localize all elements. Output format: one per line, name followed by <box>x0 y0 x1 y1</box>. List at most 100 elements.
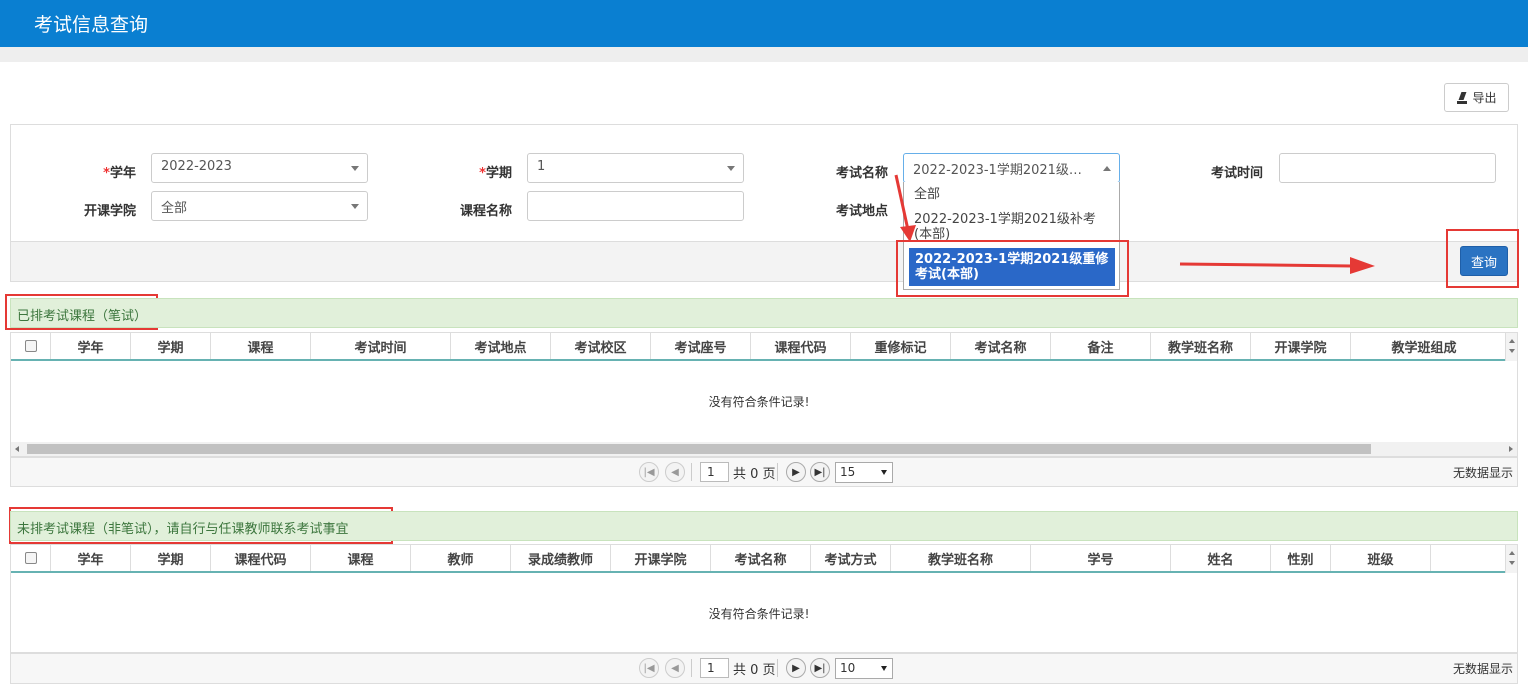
exam-name-select-value: 2022-2023-1学期2021级… <box>913 163 1082 178</box>
college-label: 开课学院 <box>83 204 136 219</box>
exam-name-option-retake[interactable]: 2022-2023-1学期2021级重修考试(本部) <box>909 248 1115 286</box>
pager-separator <box>691 659 692 677</box>
exam-name-dropdown: 全部 2022-2023-1学期2021级补考(本部) 2022-2023-1学… <box>903 182 1120 290</box>
term-select[interactable]: 1 <box>527 153 744 183</box>
first-page-icon[interactable]: |◀ <box>639 658 659 678</box>
course-name-input[interactable] <box>527 191 744 221</box>
no-data-text: 无数据显示 <box>1452 662 1513 676</box>
prev-page-icon[interactable]: ◀ <box>665 462 685 482</box>
query-button[interactable]: 查询 <box>1460 246 1508 276</box>
col-exam-name[interactable]: 考试名称 <box>711 545 811 571</box>
unscheduled-select-all[interactable] <box>11 545 51 571</box>
checkbox[interactable] <box>24 552 37 564</box>
chevron-down-icon <box>351 166 359 171</box>
chevron-down-icon <box>881 666 887 671</box>
scheduled-select-all[interactable] <box>11 333 51 359</box>
col-class-name[interactable]: 教学班名称 <box>891 545 1031 571</box>
page-number-input[interactable]: 1 <box>700 462 729 482</box>
page-size-select[interactable]: 15 <box>835 462 893 483</box>
exam-name-option-makeup[interactable]: 2022-2023-1学期2021级补考(本部) <box>904 212 1119 242</box>
col-course[interactable]: 课程 <box>211 333 311 359</box>
pager-separator <box>777 659 778 677</box>
col-college[interactable]: 开课学院 <box>611 545 711 571</box>
col-college[interactable]: 开课学院 <box>1251 333 1351 359</box>
page-total: 共 0 页 <box>733 663 776 678</box>
export-button[interactable]: 导出 <box>1444 83 1509 112</box>
col-course-code[interactable]: 课程代码 <box>211 545 311 571</box>
scheduled-title-text: 已排考试课程（笔试） <box>17 309 148 324</box>
col-course-code[interactable]: 课程代码 <box>751 333 851 359</box>
unscheduled-table-header: 学年 学期 课程代码 课程 教师 录成绩教师 开课学院 考试名称 考试方式 教学… <box>11 545 1507 573</box>
page-size-value: 15 <box>840 465 856 479</box>
first-page-icon[interactable]: |◀ <box>639 462 659 482</box>
unscheduled-title-text: 未排考试课程（非笔试），请自行与任课教师联系考试事宜 <box>17 522 349 537</box>
page-size-select[interactable]: 10 <box>835 658 893 679</box>
unscheduled-vscroll[interactable] <box>1505 545 1517 573</box>
export-icon <box>1456 92 1468 104</box>
col-term[interactable]: 学期 <box>131 545 211 571</box>
scroll-left-icon[interactable] <box>15 446 19 452</box>
chevron-up-icon <box>1103 166 1111 171</box>
pager-separator <box>777 463 778 481</box>
col-retake-flag[interactable]: 重修标记 <box>851 333 951 359</box>
col-student-id[interactable]: 学号 <box>1031 545 1171 571</box>
last-page-icon[interactable]: ▶| <box>810 658 830 678</box>
col-course[interactable]: 课程 <box>311 545 411 571</box>
col-exam-place[interactable]: 考试地点 <box>451 333 551 359</box>
pager-separator <box>691 463 692 481</box>
col-seat-number[interactable]: 考试座号 <box>651 333 751 359</box>
college-select[interactable]: 全部 <box>151 191 368 221</box>
col-name[interactable]: 姓名 <box>1171 545 1271 571</box>
scroll-right-icon[interactable] <box>1509 446 1513 452</box>
col-teacher[interactable]: 教师 <box>411 545 511 571</box>
col-year[interactable]: 学年 <box>51 333 131 359</box>
col-remarks[interactable]: 备注 <box>1051 333 1151 359</box>
scheduled-table: 学年 学期 课程 考试时间 考试地点 考试校区 考试座号 课程代码 重修标记 考… <box>10 332 1518 457</box>
unscheduled-empty-message: 没有符合条件记录! <box>708 607 810 621</box>
export-label: 导出 <box>1472 91 1497 105</box>
col-grade-teacher[interactable]: 录成绩教师 <box>511 545 611 571</box>
prev-page-icon[interactable]: ◀ <box>665 658 685 678</box>
college-select-value: 全部 <box>161 201 188 216</box>
year-select[interactable]: 2022-2023 <box>151 153 368 183</box>
exam-name-label: 考试名称 <box>835 166 888 181</box>
exam-time-label: 考试时间 <box>1210 166 1263 181</box>
exam-time-input[interactable] <box>1279 153 1496 183</box>
scheduled-vscroll[interactable] <box>1505 333 1517 361</box>
next-page-icon[interactable]: ▶ <box>786 462 806 482</box>
next-page-icon[interactable]: ▶ <box>786 658 806 678</box>
col-class[interactable]: 班级 <box>1331 545 1431 571</box>
scroll-thumb[interactable] <box>27 444 1371 454</box>
scheduled-hscroll[interactable] <box>11 442 1517 456</box>
app-header: 考试信息查询 <box>0 0 1528 47</box>
col-year[interactable]: 学年 <box>51 545 131 571</box>
scheduled-table-header: 学年 学期 课程 考试时间 考试地点 考试校区 考试座号 课程代码 重修标记 考… <box>11 333 1507 361</box>
checkbox[interactable] <box>24 340 37 352</box>
col-exam-name[interactable]: 考试名称 <box>951 333 1051 359</box>
chevron-down-icon <box>881 470 887 475</box>
unscheduled-pager: |◀ ◀ 1 共 0 页 ▶ ▶| 10 无数据显示 <box>10 653 1518 684</box>
term-select-value: 1 <box>537 159 546 174</box>
unscheduled-table: 学年 学期 课程代码 课程 教师 录成绩教师 开课学院 考试名称 考试方式 教学… <box>10 544 1518 653</box>
unscheduled-section-title: 未排考试课程（非笔试），请自行与任课教师联系考试事宜 <box>10 511 1518 541</box>
scheduled-pager: |◀ ◀ 1 共 0 页 ▶ ▶| 15 无数据显示 <box>10 457 1518 487</box>
chevron-down-icon <box>727 166 735 171</box>
page-title: 考试信息查询 <box>34 14 149 36</box>
exam-name-select[interactable]: 2022-2023-1学期2021级… <box>903 153 1120 183</box>
col-exam-campus[interactable]: 考试校区 <box>551 333 651 359</box>
year-label: *学年 <box>103 166 136 181</box>
page-number-input[interactable]: 1 <box>700 658 729 678</box>
chevron-down-icon <box>351 204 359 209</box>
col-exam-time[interactable]: 考试时间 <box>311 333 451 359</box>
col-class-name[interactable]: 教学班名称 <box>1151 333 1251 359</box>
last-page-icon[interactable]: ▶| <box>810 462 830 482</box>
col-class-composition[interactable]: 教学班组成 <box>1351 333 1497 359</box>
scheduled-section-title: 已排考试课程（笔试） <box>10 298 1518 328</box>
page-total: 共 0 页 <box>733 467 776 482</box>
year-select-value: 2022-2023 <box>161 159 232 174</box>
col-exam-method[interactable]: 考试方式 <box>811 545 891 571</box>
col-term[interactable]: 学期 <box>131 333 211 359</box>
exam-place-label: 考试地点 <box>835 204 888 219</box>
exam-name-option-all[interactable]: 全部 <box>904 187 1119 202</box>
col-gender[interactable]: 性别 <box>1271 545 1331 571</box>
